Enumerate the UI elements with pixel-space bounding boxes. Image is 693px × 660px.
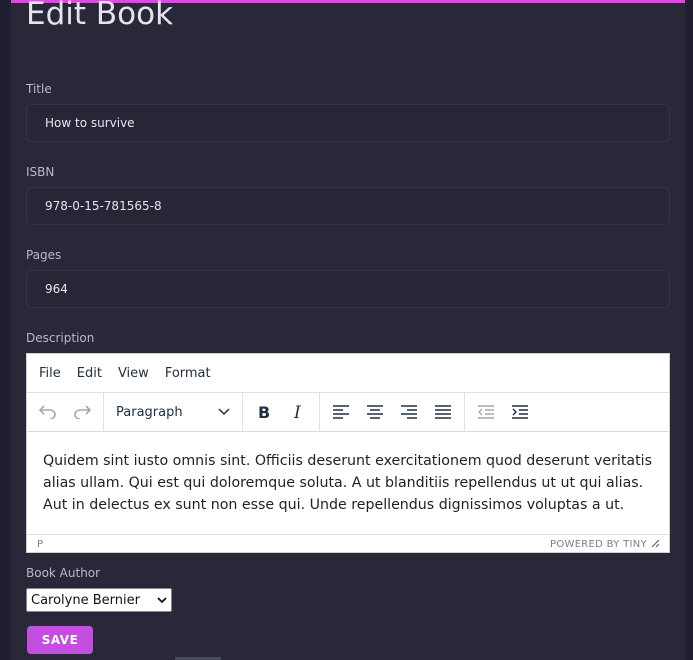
- italic-icon[interactable]: I: [281, 397, 315, 427]
- form-panel: [11, 3, 685, 660]
- indent-group: [465, 393, 541, 432]
- chevron-down-icon: [157, 593, 167, 608]
- description-editor: File Edit View Format Paragraph B I Quid…: [26, 353, 670, 553]
- editor-statusbar: P POWERED BY TINY: [27, 535, 669, 553]
- menu-view[interactable]: View: [110, 366, 157, 381]
- block-format-select[interactable]: Paragraph: [108, 397, 238, 427]
- author-select-value: Carolyne Bernier: [31, 592, 140, 608]
- author-label: Book Author: [26, 566, 101, 580]
- bold-icon[interactable]: B: [247, 397, 281, 427]
- redo-icon[interactable]: [65, 397, 99, 427]
- editor-toolbar: Paragraph B I: [27, 392, 669, 432]
- menu-edit[interactable]: Edit: [69, 366, 110, 381]
- block-group: Paragraph: [104, 392, 243, 432]
- outdent-icon[interactable]: [469, 397, 503, 427]
- right-gutter: [685, 0, 693, 660]
- save-button[interactable]: SAVE: [27, 626, 93, 654]
- isbn-input[interactable]: [26, 187, 670, 225]
- indent-icon[interactable]: [503, 397, 537, 427]
- align-left-icon[interactable]: [324, 397, 358, 427]
- left-gutter: [0, 0, 11, 660]
- menu-format[interactable]: Format: [157, 366, 219, 381]
- title-label: Title: [26, 82, 52, 96]
- undo-icon[interactable]: [31, 397, 65, 427]
- branding-link[interactable]: POWERED BY TINY: [550, 539, 647, 550]
- align-justify-icon[interactable]: [426, 397, 460, 427]
- element-path[interactable]: P: [37, 539, 43, 550]
- svg-text:B: B: [258, 404, 270, 420]
- description-label: Description: [26, 331, 95, 345]
- page-title: Edit Book: [26, 0, 174, 32]
- editor-content[interactable]: Quidem sint iusto omnis sint. Officiis d…: [27, 432, 669, 535]
- pages-input[interactable]: [26, 270, 670, 308]
- resize-handle-icon[interactable]: [651, 539, 660, 550]
- align-group: [320, 392, 465, 432]
- align-center-icon[interactable]: [358, 397, 392, 427]
- pages-label: Pages: [26, 248, 62, 262]
- menu-file[interactable]: File: [31, 366, 69, 381]
- block-format-label: Paragraph: [116, 404, 183, 420]
- isbn-label: ISBN: [26, 165, 55, 179]
- svg-text:I: I: [293, 404, 301, 420]
- author-select[interactable]: Carolyne Bernier: [26, 588, 172, 612]
- title-input[interactable]: [26, 104, 670, 142]
- align-right-icon[interactable]: [392, 397, 426, 427]
- format-group: B I: [243, 392, 320, 432]
- history-group: [27, 392, 104, 432]
- chevron-down-icon: [218, 405, 230, 420]
- editor-menubar: File Edit View Format: [27, 354, 669, 393]
